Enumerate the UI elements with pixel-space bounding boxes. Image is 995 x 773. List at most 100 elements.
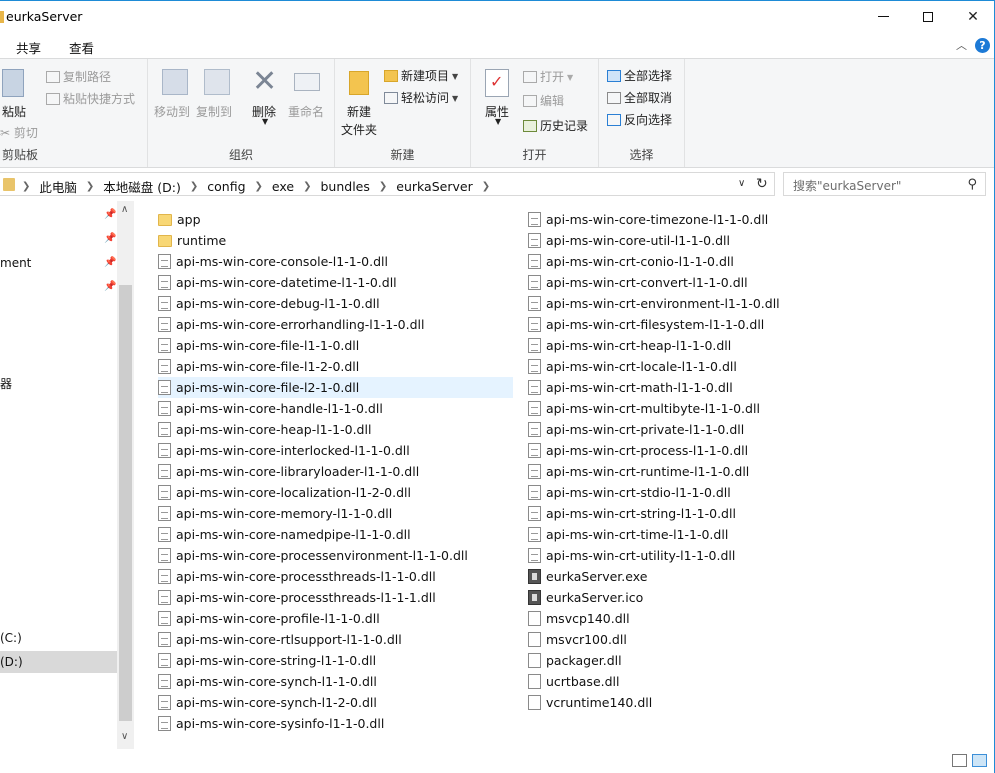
copy-path-button[interactable]: 复制路径: [46, 68, 111, 85]
file-item[interactable]: api-ms-win-core-profile-l1-1-0.dll: [158, 608, 513, 629]
file-item[interactable]: api-ms-win-core-sysinfo-l1-1-0.dll: [158, 713, 513, 734]
chevron-right-icon[interactable]: ❯: [22, 181, 30, 192]
scrollbar-thumb[interactable]: [119, 285, 132, 721]
new-folder-button[interactable]: 新建: [347, 103, 371, 120]
paste-shortcut-button[interactable]: 粘贴快捷方式: [46, 90, 135, 107]
file-item[interactable]: api-ms-win-crt-environment-l1-1-0.dll: [528, 293, 828, 314]
file-item[interactable]: api-ms-win-crt-multibyte-l1-1-0.dll: [528, 398, 828, 419]
properties-dropdown-icon[interactable]: ▼: [495, 117, 501, 126]
file-item[interactable]: api-ms-win-crt-locale-l1-1-0.dll: [528, 356, 828, 377]
search-input[interactable]: 搜索"eurkaServer" ⚲: [783, 172, 986, 196]
file-item[interactable]: api-ms-win-core-console-l1-1-0.dll: [158, 251, 513, 272]
minimize-button[interactable]: [860, 1, 906, 32]
chevron-right-icon[interactable]: ❯: [255, 181, 263, 192]
nav-item-truncated[interactable]: 器: [0, 375, 12, 392]
chevron-right-icon[interactable]: ❯: [482, 181, 490, 192]
file-item[interactable]: api-ms-win-core-timezone-l1-1-0.dll: [528, 209, 828, 230]
scroll-up-icon[interactable]: ∧: [121, 204, 128, 215]
maximize-button[interactable]: [905, 1, 951, 32]
file-item[interactable]: api-ms-win-crt-filesystem-l1-1-0.dll: [528, 314, 828, 335]
chevron-right-icon[interactable]: ❯: [190, 181, 198, 192]
file-item[interactable]: api-ms-win-core-synch-l1-1-0.dll: [158, 671, 513, 692]
file-item[interactable]: api-ms-win-core-synch-l1-2-0.dll: [158, 692, 513, 713]
file-item[interactable]: api-ms-win-core-processenvironment-l1-1-…: [158, 545, 513, 566]
chevron-right-icon[interactable]: ❯: [379, 181, 387, 192]
folder-item[interactable]: runtime: [158, 230, 513, 251]
pin-icon[interactable]: 📌: [104, 209, 116, 220]
file-item[interactable]: api-ms-win-core-file-l1-1-0.dll: [158, 335, 513, 356]
folder-item[interactable]: app: [158, 209, 513, 230]
file-item[interactable]: api-ms-win-core-localization-l1-2-0.dll: [158, 482, 513, 503]
rename-button[interactable]: 重命名: [288, 103, 324, 120]
tab-share[interactable]: 共享: [16, 38, 41, 57]
file-item[interactable]: vcruntime140.dll: [528, 692, 828, 713]
select-none-button[interactable]: 全部取消: [607, 89, 672, 106]
file-item[interactable]: api-ms-win-core-string-l1-1-0.dll: [158, 650, 513, 671]
file-item[interactable]: ucrtbase.dll: [528, 671, 828, 692]
nav-item-drive-c[interactable]: (C:): [0, 631, 22, 645]
file-item[interactable]: api-ms-win-core-processthreads-l1-1-1.dl…: [158, 587, 513, 608]
file-item[interactable]: api-ms-win-crt-stdio-l1-1-0.dll: [528, 482, 828, 503]
history-button[interactable]: 历史记录: [523, 117, 588, 134]
chevron-down-icon[interactable]: ∨: [738, 178, 745, 189]
breadcrumb-item[interactable]: bundles: [321, 179, 370, 194]
breadcrumb-item[interactable]: 本地磁盘 (D:): [103, 177, 181, 196]
pin-icon[interactable]: 📌: [104, 281, 116, 292]
breadcrumb-item[interactable]: exe: [272, 179, 294, 194]
move-to-button[interactable]: 移动到: [154, 103, 190, 120]
breadcrumb-item[interactable]: config: [207, 179, 245, 194]
breadcrumb-item[interactable]: 此电脑: [39, 177, 77, 196]
invert-selection-button[interactable]: 反向选择: [607, 111, 672, 128]
file-item[interactable]: api-ms-win-crt-heap-l1-1-0.dll: [528, 335, 828, 356]
file-item[interactable]: packager.dll: [528, 650, 828, 671]
file-item[interactable]: msvcp140.dll: [528, 608, 828, 629]
file-item[interactable]: api-ms-win-crt-math-l1-1-0.dll: [528, 377, 828, 398]
address-bar[interactable]: ❯ 此电脑 ❯ 本地磁盘 (D:) ❯ config ❯ exe ❯ bundl…: [0, 172, 775, 196]
large-icons-view-button[interactable]: [972, 754, 987, 767]
file-item[interactable]: api-ms-win-core-namedpipe-l1-1-0.dll: [158, 524, 513, 545]
open-button[interactable]: 打开 ▼: [523, 68, 573, 85]
new-item-button[interactable]: 新建项目 ▼: [384, 67, 458, 84]
file-item[interactable]: api-ms-win-core-datetime-l1-1-0.dll: [158, 272, 513, 293]
easy-access-button[interactable]: 轻松访问 ▼: [384, 89, 458, 106]
file-item[interactable]: api-ms-win-core-util-l1-1-0.dll: [528, 230, 828, 251]
file-item[interactable]: api-ms-win-core-handle-l1-1-0.dll: [158, 398, 513, 419]
file-item[interactable]: api-ms-win-core-debug-l1-1-0.dll: [158, 293, 513, 314]
help-icon[interactable]: ?: [975, 37, 990, 53]
file-item[interactable]: api-ms-win-crt-string-l1-1-0.dll: [528, 503, 828, 524]
pin-icon[interactable]: 📌: [104, 257, 116, 268]
breadcrumb-item[interactable]: eurkaServer: [396, 179, 472, 194]
pin-icon[interactable]: 📌: [104, 233, 116, 244]
file-item[interactable]: api-ms-win-core-errorhandling-l1-1-0.dll: [158, 314, 513, 335]
nav-item-drive-d[interactable]: (D:): [0, 655, 23, 669]
file-item[interactable]: api-ms-win-crt-utility-l1-1-0.dll: [528, 545, 828, 566]
file-item[interactable]: api-ms-win-core-heap-l1-1-0.dll: [158, 419, 513, 440]
copy-to-button[interactable]: 复制到: [196, 103, 232, 120]
file-item[interactable]: api-ms-win-crt-convert-l1-1-0.dll: [528, 272, 828, 293]
tab-view[interactable]: 查看: [69, 38, 94, 57]
details-view-button[interactable]: [952, 754, 967, 767]
nav-item-documents[interactable]: ment: [0, 256, 31, 270]
close-button[interactable]: ✕: [950, 1, 995, 32]
file-item[interactable]: eurkaServer.exe: [528, 566, 828, 587]
scroll-down-icon[interactable]: ∨: [121, 731, 128, 742]
nav-scrollbar[interactable]: ∧ ∨: [117, 201, 134, 749]
file-item[interactable]: api-ms-win-core-interlocked-l1-1-0.dll: [158, 440, 513, 461]
file-item[interactable]: api-ms-win-core-file-l2-1-0.dll: [158, 377, 513, 398]
file-item[interactable]: api-ms-win-core-processthreads-l1-1-0.dl…: [158, 566, 513, 587]
file-item[interactable]: api-ms-win-core-rtlsupport-l1-1-0.dll: [158, 629, 513, 650]
chevron-right-icon[interactable]: ❯: [86, 181, 94, 192]
delete-dropdown-icon[interactable]: ▼: [262, 117, 268, 126]
chevron-right-icon[interactable]: ❯: [303, 181, 311, 192]
file-item[interactable]: api-ms-win-crt-time-l1-1-0.dll: [528, 524, 828, 545]
file-item[interactable]: api-ms-win-crt-conio-l1-1-0.dll: [528, 251, 828, 272]
edit-button[interactable]: 编辑: [523, 92, 564, 109]
refresh-icon[interactable]: ↻: [756, 176, 768, 192]
file-item[interactable]: api-ms-win-core-libraryloader-l1-1-0.dll: [158, 461, 513, 482]
file-item[interactable]: api-ms-win-core-file-l1-2-0.dll: [158, 356, 513, 377]
collapse-ribbon-icon[interactable]: ︿: [956, 37, 967, 53]
file-item[interactable]: msvcr100.dll: [528, 629, 828, 650]
file-item[interactable]: api-ms-win-crt-private-l1-1-0.dll: [528, 419, 828, 440]
cut-button[interactable]: ✂ 剪切: [0, 124, 38, 141]
file-item[interactable]: api-ms-win-crt-runtime-l1-1-0.dll: [528, 461, 828, 482]
